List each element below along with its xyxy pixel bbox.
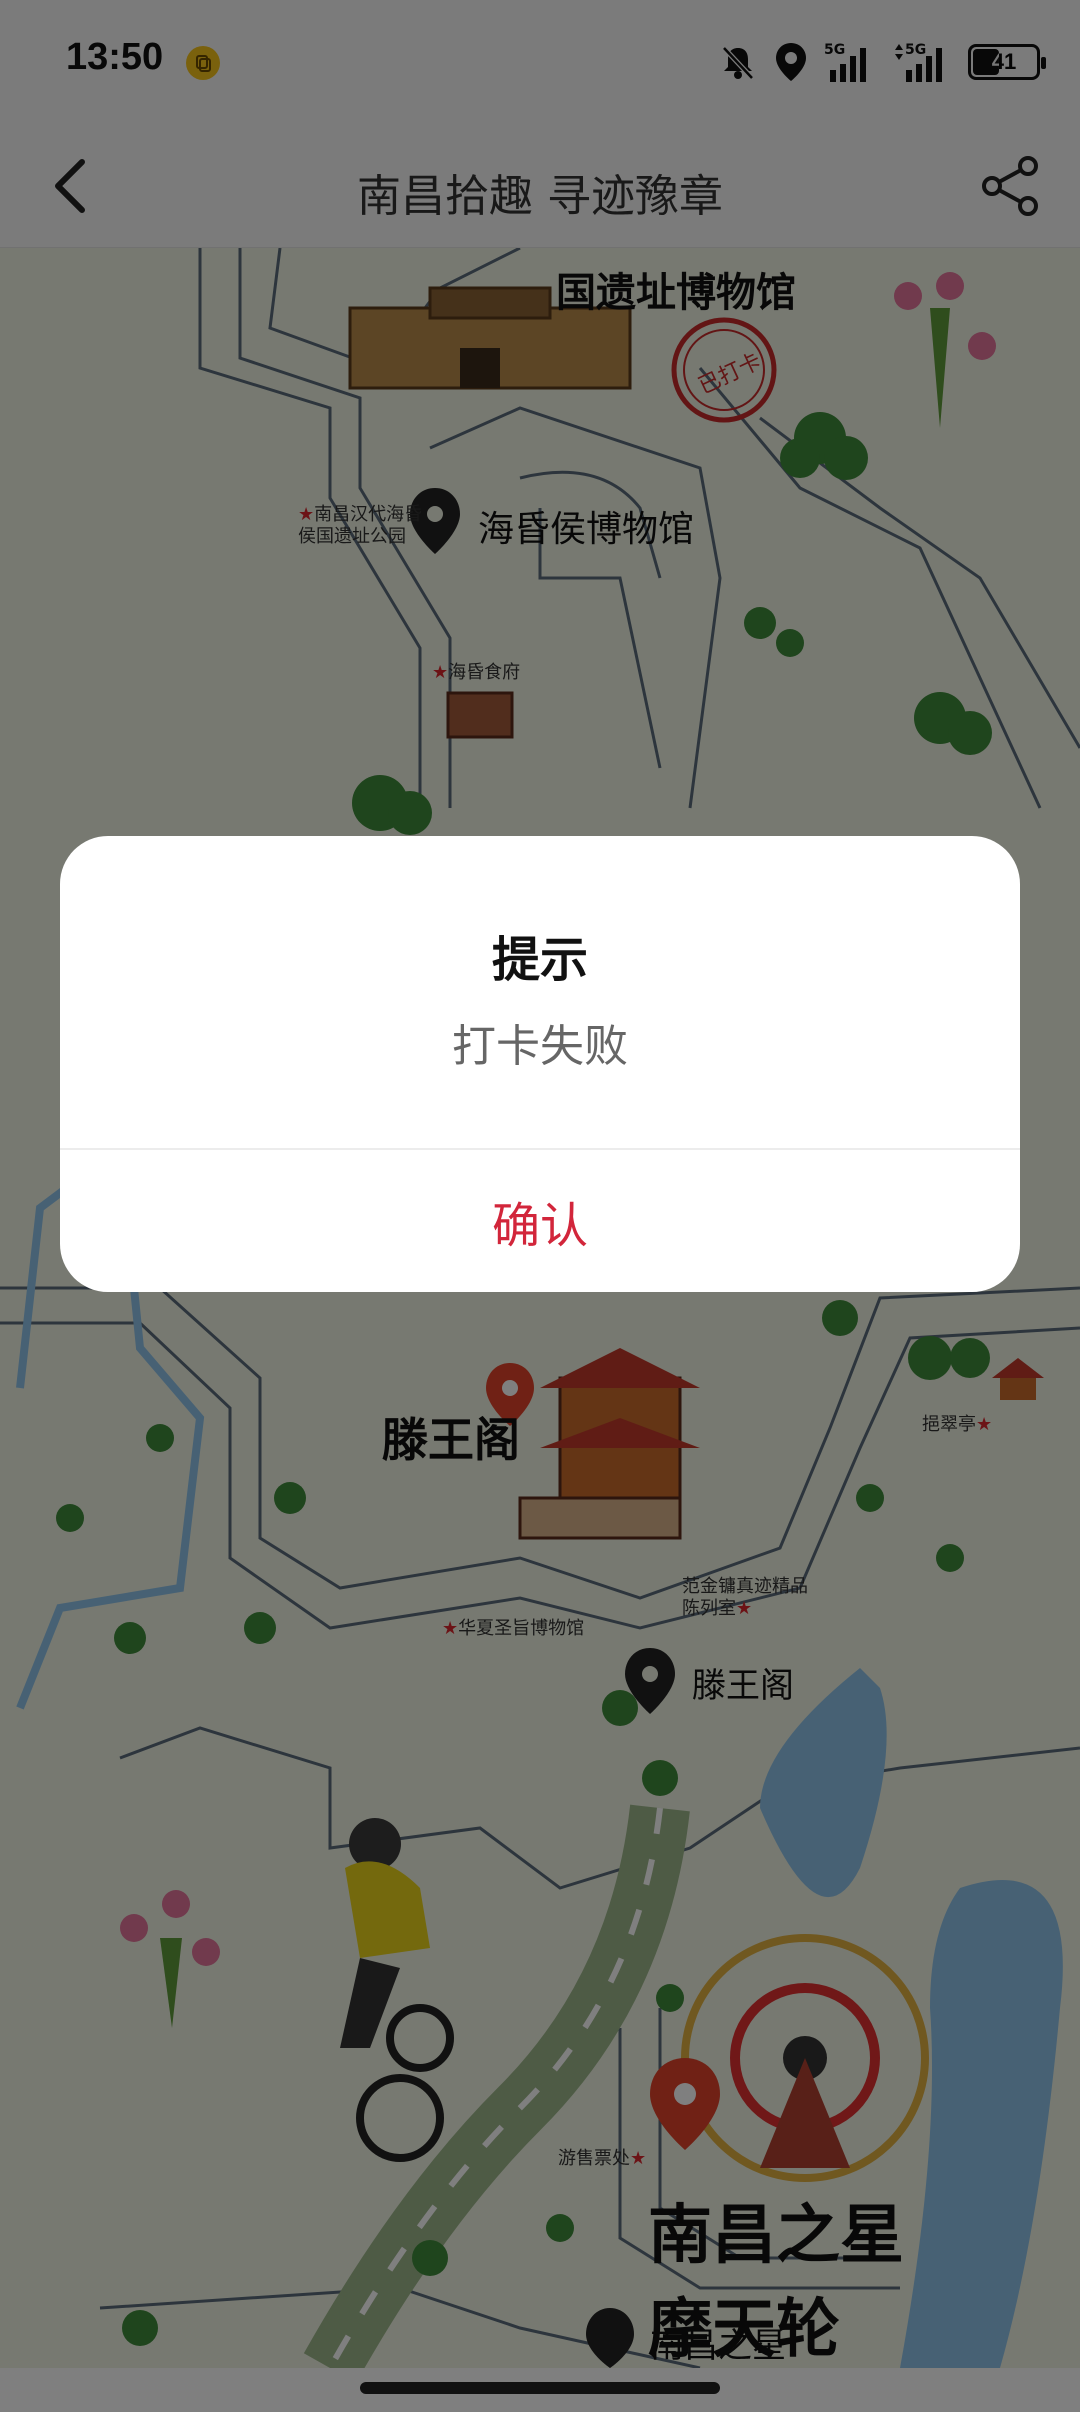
alert-dialog: 提示 打卡失败 确认 bbox=[60, 836, 1020, 1292]
dialog-message: 打卡失败 bbox=[452, 1021, 628, 1072]
screen: 13:50 5G 5G 41 南昌拾趣 寻迹豫章 bbox=[0, 0, 1080, 2412]
confirm-button[interactable]: 确认 bbox=[60, 1150, 1020, 1292]
dialog-title: 提示 bbox=[491, 932, 588, 988]
